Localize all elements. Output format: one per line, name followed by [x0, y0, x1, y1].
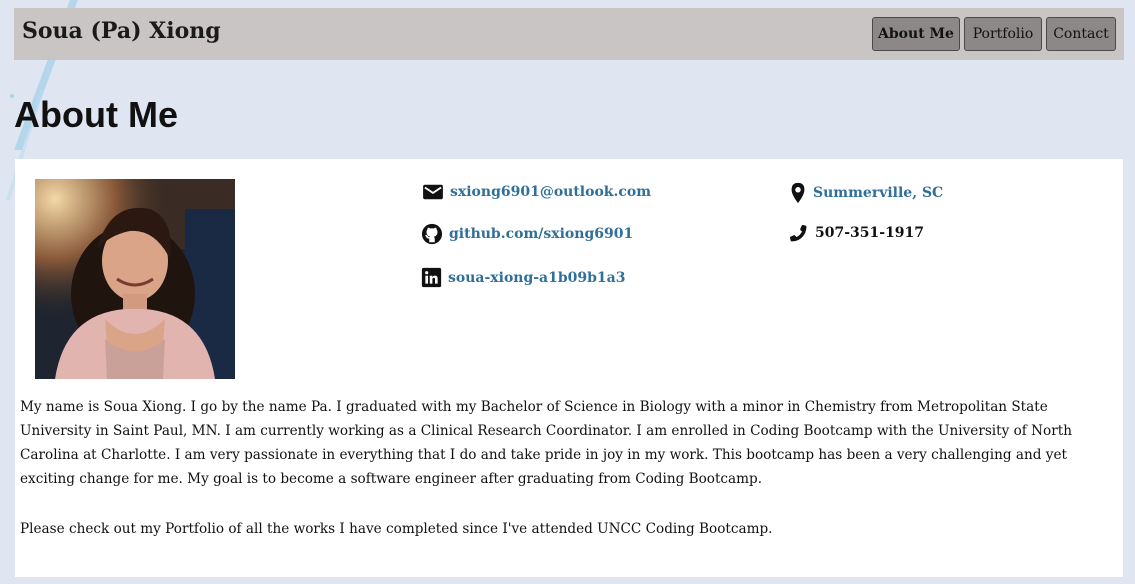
github-link[interactable]: github.com/sxiong6901 [449, 226, 633, 242]
brand-title[interactable]: Soua (Pa) Xiong [22, 18, 221, 44]
linkedin-icon [421, 267, 442, 288]
nav-contact-button[interactable]: Contact [1046, 17, 1116, 51]
github-icon [421, 223, 443, 245]
phone-number: 507-351-1917 [815, 225, 925, 241]
page-title: About Me [14, 94, 178, 135]
about-card: sxiong6901@outlook.com github.com/sxiong… [15, 159, 1123, 577]
phone-icon [789, 224, 807, 242]
contact-linkedin: soua-xiong-a1b09b1a3 [421, 267, 626, 288]
nav-portfolio-button[interactable]: Portfolio [964, 17, 1042, 51]
location-pin-icon [791, 182, 805, 204]
contact-location: Summerville, SC [789, 182, 943, 204]
profile-photo [35, 179, 235, 379]
contact-phone: 507-351-1917 [787, 222, 924, 244]
contact-github: github.com/sxiong6901 [421, 223, 633, 245]
email-link[interactable]: sxiong6901@outlook.com [450, 184, 651, 200]
linkedin-link[interactable]: soua-xiong-a1b09b1a3 [448, 270, 626, 286]
bio-text: My name is Soua Xiong. I go by the name … [20, 395, 1115, 541]
location-link[interactable]: Summerville, SC [813, 185, 943, 201]
bio-paragraph-2: Please check out my Portfolio of all the… [20, 521, 773, 537]
bio-paragraph-1: My name is Soua Xiong. I go by the name … [20, 399, 1072, 487]
nav-about-me-button[interactable]: About Me [872, 17, 960, 51]
mail-icon [423, 184, 443, 200]
contact-email: sxiong6901@outlook.com [422, 183, 651, 201]
navbar: Soua (Pa) Xiong About Me Portfolio Conta… [14, 8, 1124, 60]
